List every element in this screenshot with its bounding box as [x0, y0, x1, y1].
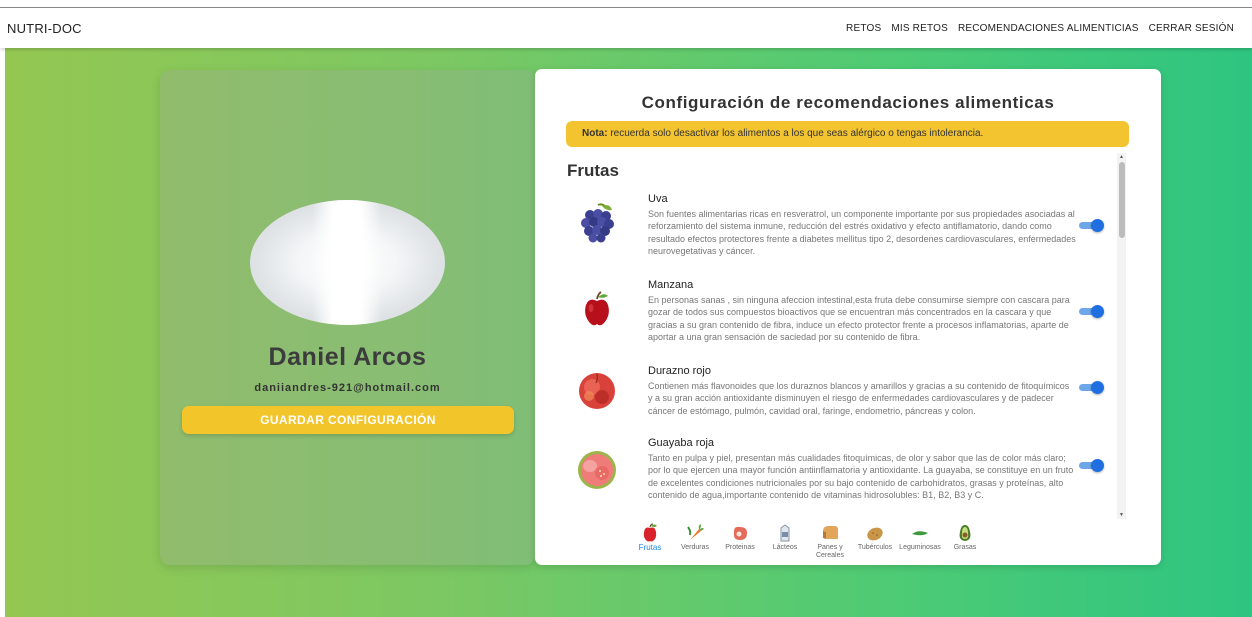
food-toggle-manzana[interactable] — [1079, 305, 1104, 318]
category-grasas[interactable]: Grasas — [940, 519, 990, 552]
food-name: Uva — [648, 193, 668, 205]
bean-icon — [912, 531, 928, 536]
category-tuberculos[interactable]: Tubérculos — [850, 519, 900, 552]
food-name: Manzana — [648, 279, 694, 291]
milk-carton-icon — [780, 524, 790, 542]
grapes-icon — [581, 203, 614, 243]
category-label: Proteinas — [725, 544, 755, 551]
scroll-down-icon[interactable]: ▼ — [1119, 512, 1124, 518]
brand-logo[interactable]: NUTRI-DOC — [7, 21, 82, 36]
scrollbar-thumb[interactable] — [1119, 162, 1125, 238]
food-name: Durazno rojo — [648, 365, 711, 377]
food-name: Guayaba roja — [648, 437, 715, 449]
config-title: Configuración de recomendaciones aliment… — [641, 93, 1055, 112]
category-label: Lácteos — [772, 544, 798, 551]
food-toggle-durazno-rojo[interactable] — [1079, 381, 1104, 394]
peach-icon — [579, 373, 615, 409]
note-banner: Nota: recuerda solo desactivar los alime… — [566, 121, 1129, 147]
scroll-up-icon[interactable]: ▲ — [1119, 154, 1124, 160]
category-label: Panes y Cereales — [815, 544, 844, 559]
category-label: Leguminosas — [899, 544, 941, 551]
category-frutas[interactable]: Frutas — [625, 519, 675, 552]
avatar — [250, 200, 445, 325]
category-bar: Frutas Verduras Proteinas Lácteos Panes … — [625, 519, 1075, 563]
meat-icon — [734, 526, 747, 540]
note-label: Nota: — [582, 128, 608, 139]
bread-icon — [823, 526, 838, 539]
food-description: Tanto en pulpa y piel, presentan más cua… — [648, 453, 1074, 501]
section-title: Frutas — [567, 161, 619, 180]
potato-icon — [867, 527, 883, 541]
avocado-icon — [959, 525, 971, 541]
guava-icon — [578, 451, 616, 489]
apple-icon — [585, 291, 609, 326]
food-description: Son fuentes alimentarias ricas en resver… — [648, 209, 1076, 257]
food-toggle-guayaba-roja[interactable] — [1079, 459, 1104, 472]
save-config-button[interactable]: GUARDAR CONFIGURACIÓN — [182, 406, 514, 434]
user-name: Daniel Arcos — [268, 343, 427, 371]
profile-card: Daniel Arcos daniiandres-921@hotmail.com… — [160, 70, 535, 565]
apple-icon — [643, 523, 657, 542]
food-list[interactable]: Frutas Uva Son fuentes alimentarias rica… — [566, 153, 1131, 519]
category-label: Tubérculos — [857, 544, 893, 551]
avatar-silhouette — [312, 200, 382, 325]
category-label: Frutas — [638, 543, 662, 552]
nav-link-recomendaciones[interactable]: RECOMENDACIONES ALIMENTICIAS — [958, 23, 1139, 34]
nav-link-mis-retos[interactable]: MIS RETOS — [891, 23, 948, 34]
note-text: recuerda solo desactivar los alimentos a… — [607, 128, 984, 139]
category-verduras[interactable]: Verduras — [670, 519, 720, 552]
user-email: daniiandres-921@hotmail.com — [254, 382, 441, 394]
carrot-icon — [687, 524, 704, 540]
nav-link-cerrar-sesion[interactable]: CERRAR SESIÓN — [1149, 23, 1234, 34]
food-list-scrollbar[interactable]: ▲ ▼ — [1117, 153, 1126, 519]
category-label: Verduras — [680, 544, 710, 551]
food-description: En personas sanas , sin ninguna afeccion… — [648, 295, 1070, 343]
category-panes-cereales[interactable]: Panes y Cereales — [805, 519, 855, 560]
nav-link-retos[interactable]: RETOS — [846, 23, 881, 34]
food-description: Contienen más flavonoides que los durazn… — [648, 381, 1070, 416]
category-label: Grasas — [953, 544, 977, 551]
category-proteinas[interactable]: Proteinas — [715, 519, 765, 552]
food-toggle-uva[interactable] — [1079, 219, 1104, 232]
config-panel: Configuración de recomendaciones aliment… — [535, 69, 1161, 565]
top-navbar: NUTRI-DOC RETOS MIS RETOS RECOMENDACIONE… — [0, 8, 1252, 48]
category-lacteos[interactable]: Lácteos — [760, 519, 810, 552]
nav-links: RETOS MIS RETOS RECOMENDACIONES ALIMENTI… — [846, 23, 1234, 34]
category-leguminosas[interactable]: Leguminosas — [895, 519, 945, 552]
